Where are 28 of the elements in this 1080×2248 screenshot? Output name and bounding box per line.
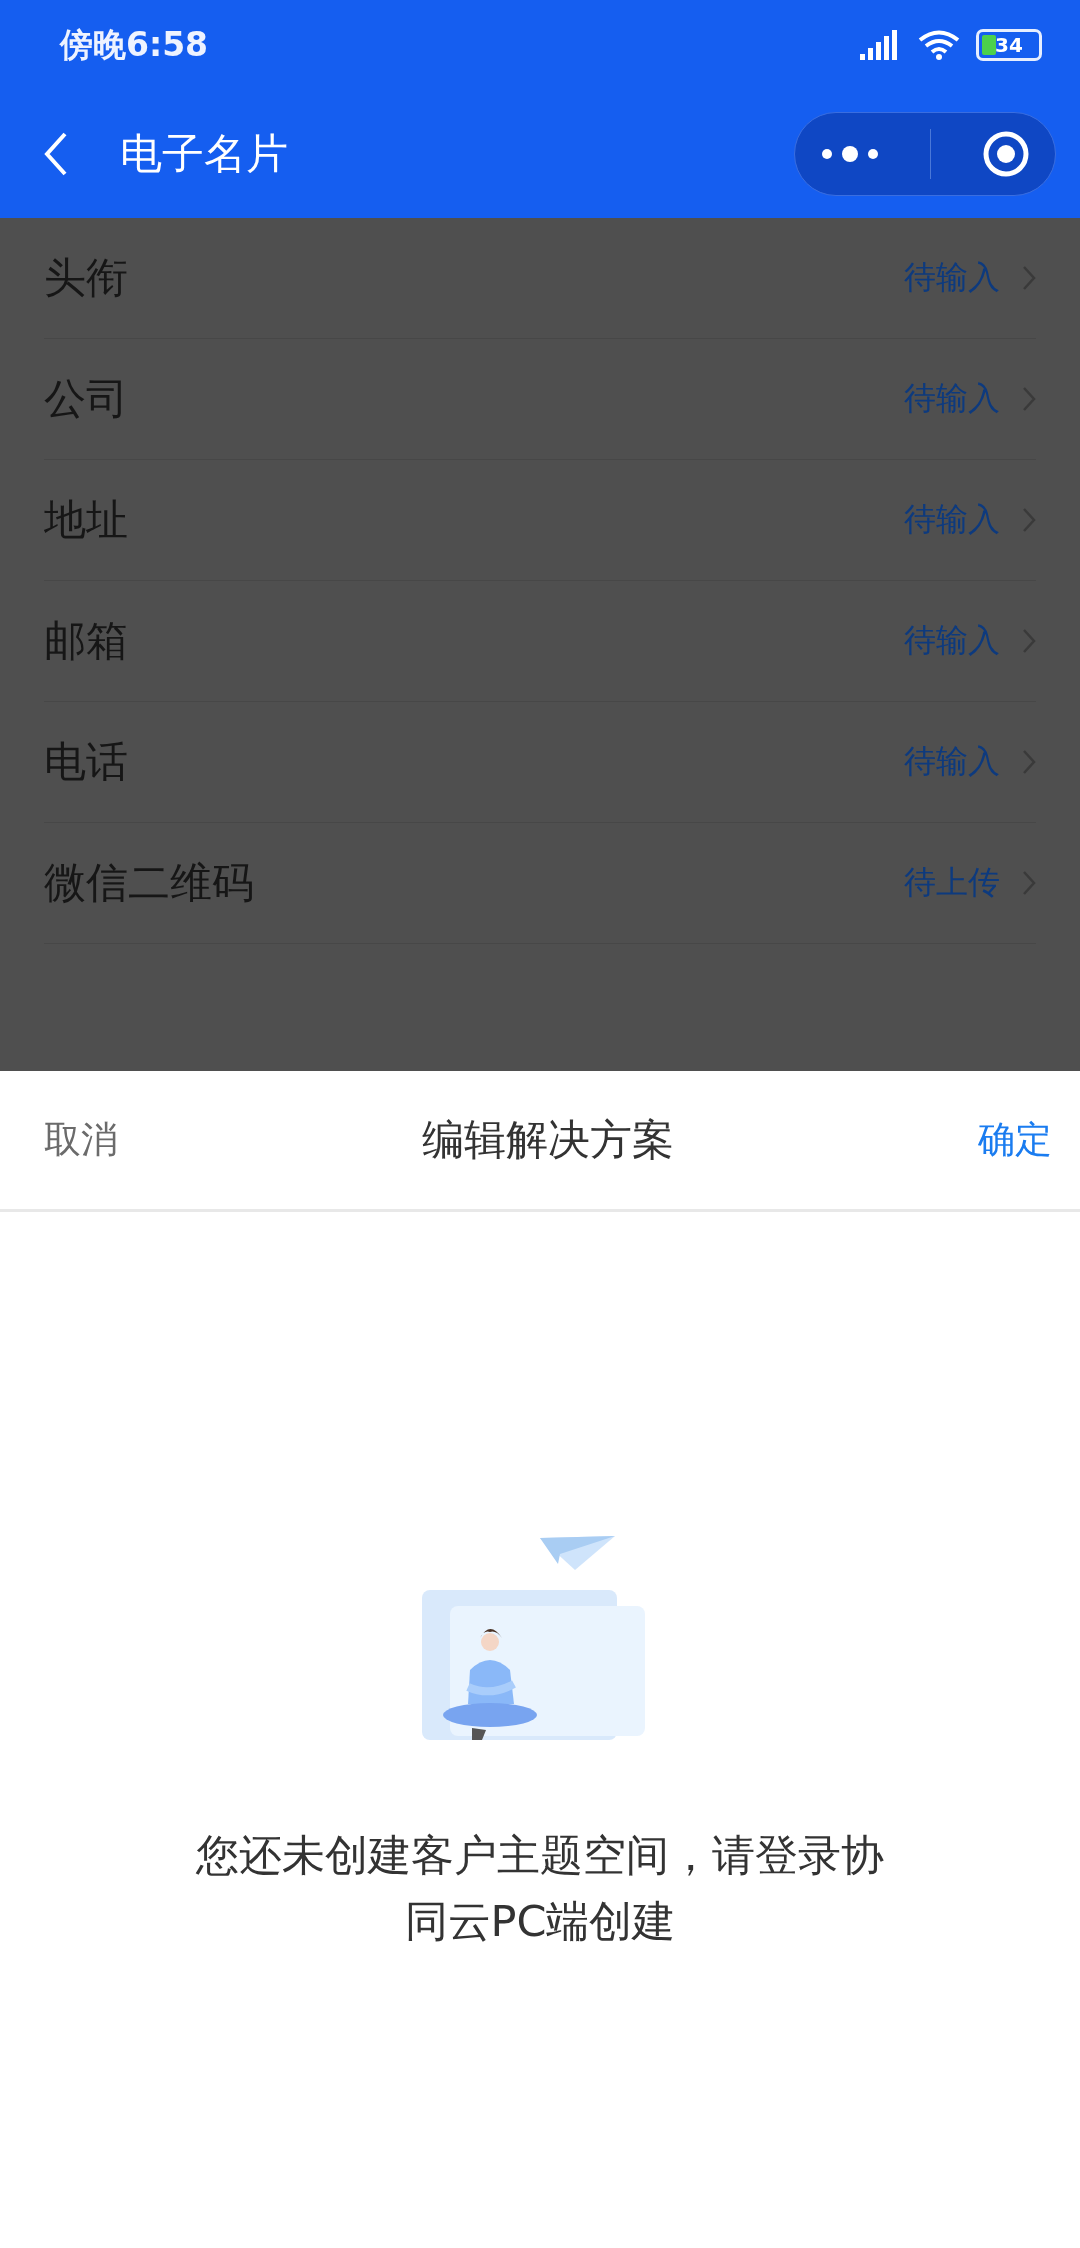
field-value: 待输入 [904,499,1000,540]
field-label: 电话 [44,736,129,788]
form-row[interactable]: 邮箱 待输入 [44,581,1036,702]
form-row[interactable]: 头衔 待输入 [44,218,1036,339]
field-value: 待上传 [904,862,1000,903]
form-row[interactable]: 微信二维码 待上传 [44,823,1036,944]
field-label: 地址 [44,494,129,546]
confirm-button[interactable]: 确定 [978,1115,1052,1165]
more-icon[interactable] [820,144,881,164]
wifi-icon [918,29,960,61]
field-value: 待输入 [904,741,1000,782]
form-row[interactable]: 电话 待输入 [44,702,1036,823]
form-row[interactable]: 公司 待输入 [44,339,1036,460]
field-label: 微信二维码 [44,857,255,909]
battery-icon: 34 [976,29,1042,61]
back-icon[interactable] [44,132,68,176]
field-value: 待输入 [904,620,1000,661]
field-value: 待输入 [904,378,1000,419]
form-row[interactable]: 地址 待输入 [44,460,1036,581]
cancel-button[interactable]: 取消 [44,1115,118,1165]
field-label: 公司 [44,373,129,425]
field-label: 头衔 [44,252,129,304]
status-time: 傍晚6:58 [60,23,209,66]
field-label: 邮箱 [44,615,129,667]
sheet-title: 编辑解决方案 [422,1114,674,1166]
empty-message: 您还未创建客户主题空间，请登录协同云PC端创建 [195,1829,885,1948]
field-value: 待输入 [904,257,1000,298]
page-title: 电子名片 [120,128,289,180]
